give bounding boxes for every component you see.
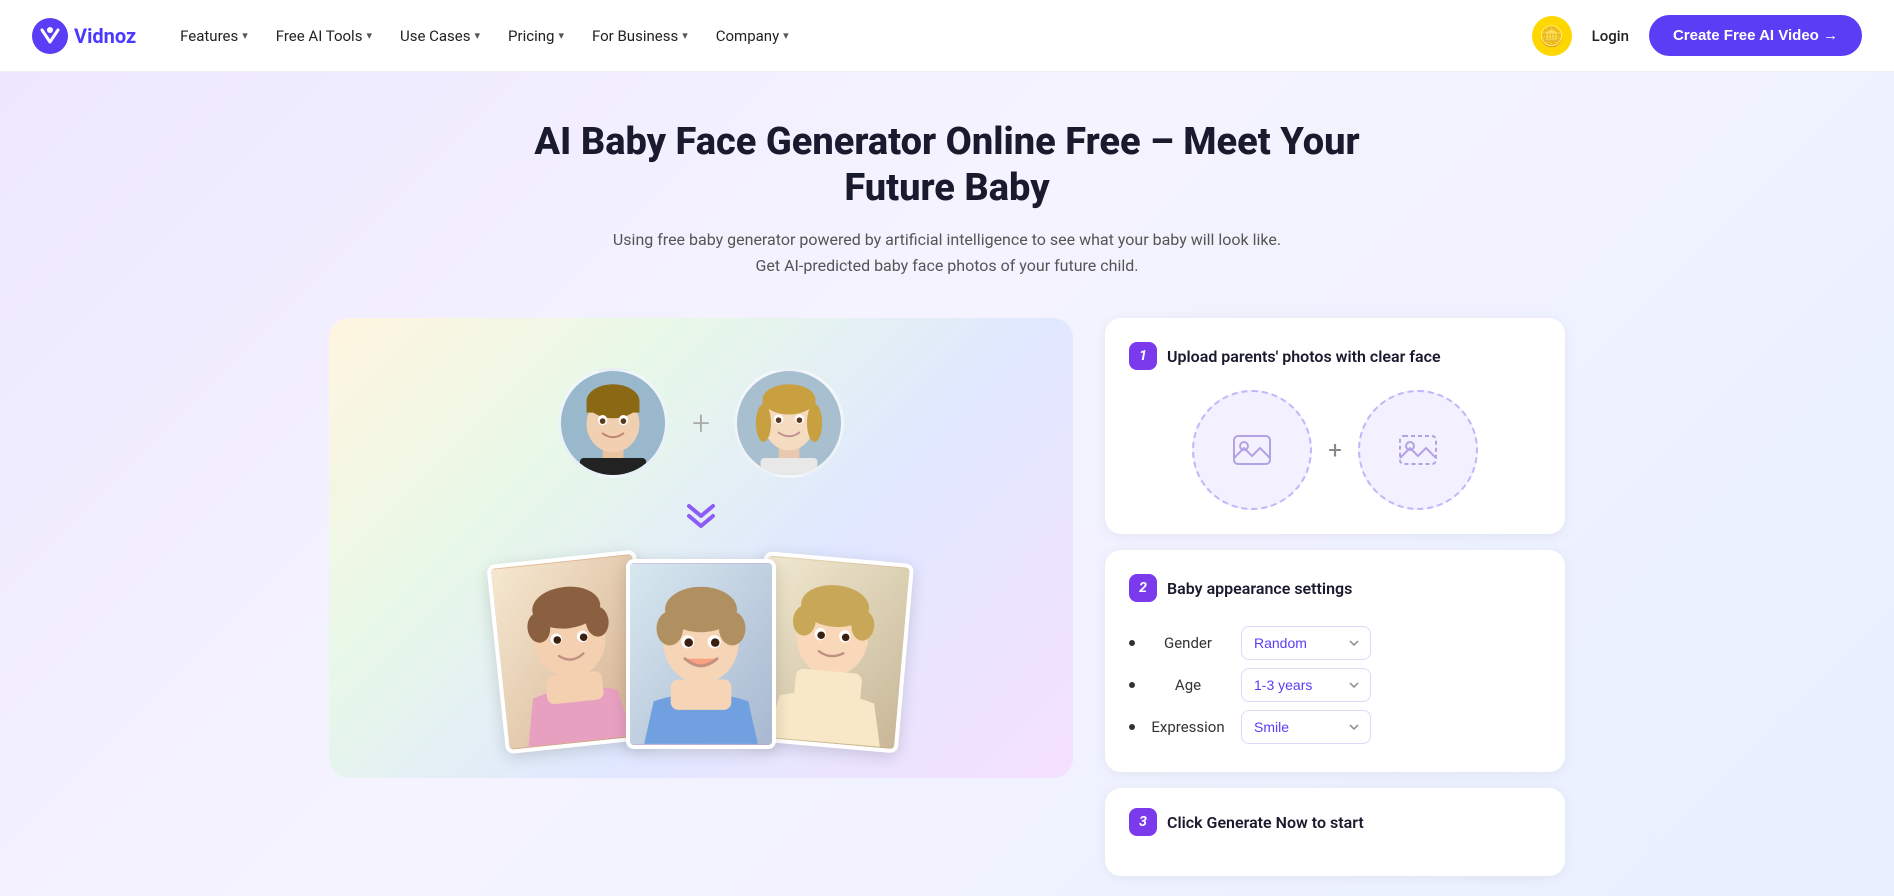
expression-label: Expression [1143,718,1233,736]
father-avatar [558,368,668,478]
coin-icon[interactable]: 🪙 [1532,16,1572,56]
step-2-header: 2 Baby appearance settings [1129,574,1541,602]
bullet-icon [1129,682,1135,688]
down-chevrons-icon [681,498,721,543]
chevron-down-icon: ▾ [242,29,248,42]
upload-row: + [1129,390,1541,510]
parents-row: + [558,368,844,478]
upload-plus-icon: + [1328,436,1342,464]
upload-image-icon-2 [1396,428,1440,472]
nav-actions: 🪙 Login Create Free AI Video → [1532,15,1862,56]
upload-image-icon [1230,428,1274,472]
nav-features[interactable]: Features ▾ [168,19,260,53]
father-face-svg [561,368,665,478]
logo-icon [32,18,68,54]
right-panel: 1 Upload parents' photos with clear face… [1105,318,1565,896]
step-1-title: Upload parents' photos with clear face [1167,347,1441,366]
page-title: AI Baby Face Generator Online Free – Mee… [497,120,1397,211]
upload-mother-button[interactable] [1358,390,1478,510]
age-row: Age 1-3 years 3-5 years 5-8 years [1129,664,1541,706]
expression-row: Expression Smile Neutral Laugh [1129,706,1541,748]
mother-face-svg [737,368,841,478]
step-3-card: 3 Click Generate Now to start [1105,788,1565,876]
step-3-title: Click Generate Now to start [1167,813,1364,832]
nav-links: Features ▾ Free AI Tools ▾ Use Cases ▾ P… [168,19,1532,53]
navbar: Vidnoz Features ▾ Free AI Tools ▾ Use Ca… [0,0,1894,72]
upload-father-button[interactable] [1192,390,1312,510]
plus-icon: + [692,404,710,442]
gender-label: Gender [1143,634,1233,652]
gender-row: Gender Random Boy Girl [1129,622,1541,664]
chevron-down-icon: ▾ [558,29,564,42]
age-select[interactable]: 1-3 years 3-5 years 5-8 years [1241,668,1371,702]
nav-use-cases[interactable]: Use Cases ▾ [388,19,492,53]
logo-text: Vidnoz [74,24,136,48]
logo[interactable]: Vidnoz [32,18,136,54]
nav-free-ai-tools[interactable]: Free AI Tools ▾ [264,19,384,53]
chevron-down-icon: ▾ [682,29,688,42]
baby-photo-2 [626,559,776,749]
chevron-down-icon: ▾ [366,29,372,42]
step-3-number: 3 [1129,808,1157,836]
step-2-card: 2 Baby appearance settings Gender Random… [1105,550,1565,772]
bullet-icon [1129,724,1135,730]
page-subtitle: Using free baby generator powered by art… [607,227,1287,278]
step-2-number: 2 [1129,574,1157,602]
step-2-title: Baby appearance settings [1167,579,1352,598]
login-button[interactable]: Login [1588,19,1633,53]
step-3-header: 3 Click Generate Now to start [1129,808,1541,836]
step-1-number: 1 [1129,342,1157,370]
chevron-down-icon: ▾ [783,29,789,42]
baby-photos [476,559,926,749]
step-1-header: 1 Upload parents' photos with clear face [1129,342,1541,370]
illustration-panel: + [329,318,1073,778]
create-free-video-button[interactable]: Create Free AI Video → [1649,15,1862,56]
mother-avatar [734,368,844,478]
nav-company[interactable]: Company ▾ [704,19,801,53]
gender-select[interactable]: Random Boy Girl [1241,626,1371,660]
main-content: + [297,318,1597,896]
nav-pricing[interactable]: Pricing ▾ [496,19,576,53]
age-label: Age [1143,676,1233,694]
nav-for-business[interactable]: For Business ▾ [580,19,700,53]
hero-section: AI Baby Face Generator Online Free – Mee… [0,72,1894,896]
step-1-card: 1 Upload parents' photos with clear face… [1105,318,1565,534]
baby-2-svg [630,559,772,749]
expression-select[interactable]: Smile Neutral Laugh [1241,710,1371,744]
chevron-down-icon: ▾ [475,29,481,42]
bullet-icon [1129,640,1135,646]
